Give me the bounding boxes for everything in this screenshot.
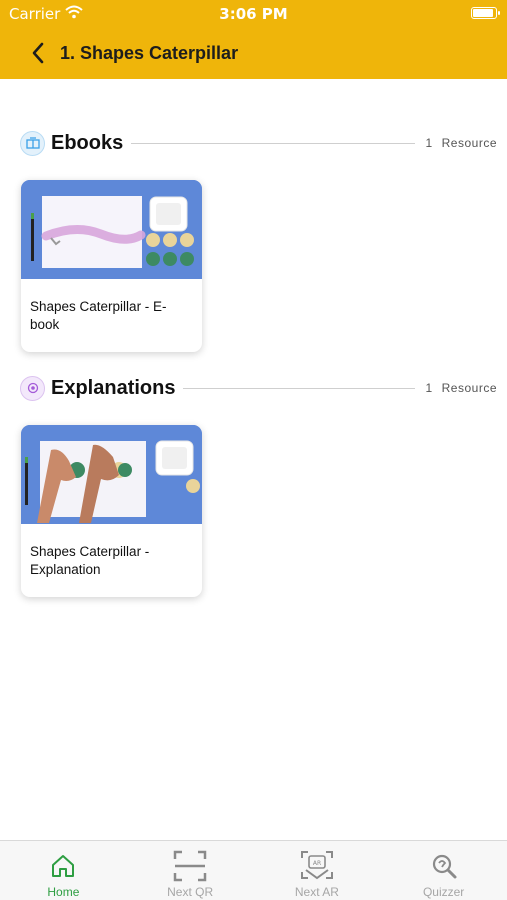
tab-label: Next QR xyxy=(167,885,214,899)
divider xyxy=(183,387,416,389)
qr-scan-icon xyxy=(173,849,207,883)
tab-next-ar[interactable]: AR Next AR xyxy=(254,841,381,900)
svg-text:AR: AR xyxy=(313,860,321,867)
ebook-icon xyxy=(20,130,45,156)
divider xyxy=(131,142,416,144)
ebook-thumbnail xyxy=(21,180,202,279)
tab-label: Quizzer xyxy=(422,885,465,899)
section-title: Ebooks xyxy=(51,131,124,154)
section-title: Explanations xyxy=(51,376,176,399)
home-icon xyxy=(46,849,80,883)
page-title: 1. Shapes Caterpillar xyxy=(60,42,239,63)
card-title: Shapes Caterpillar - Explanation xyxy=(30,544,150,577)
nav-bar: 1. Shapes Caterpillar xyxy=(0,36,507,70)
bottom-tab-bar: Home Next QR AR Next AR Quizzer xyxy=(0,840,507,900)
back-button[interactable] xyxy=(16,36,60,70)
section-header-explanations: Explanations 1 Resource xyxy=(20,373,497,403)
tab-label: Next AR xyxy=(294,885,339,899)
explanation-thumbnail xyxy=(21,425,202,524)
battery-icon xyxy=(471,7,500,19)
resource-count: 1 xyxy=(425,136,433,150)
resource-count: 1 xyxy=(425,381,433,395)
chevron-left-icon xyxy=(32,42,44,64)
resource-label: Resource xyxy=(441,136,497,150)
ar-icon: AR xyxy=(300,849,334,883)
section-header-ebooks: Ebooks 1 Resource xyxy=(20,128,497,158)
resource-label: Resource xyxy=(441,381,497,395)
status-time: 3:06 PM xyxy=(219,5,288,23)
resource-card-ebook[interactable]: Shapes Caterpillar - E-book xyxy=(21,180,202,352)
tab-next-qr[interactable]: Next QR xyxy=(127,841,254,900)
tab-label: Home xyxy=(47,885,80,899)
quizzer-icon xyxy=(427,849,461,883)
resource-card-explanation[interactable]: Shapes Caterpillar - Explanation xyxy=(21,425,202,597)
app-header: Carrier 3:06 PM 1. Shapes Caterpillar xyxy=(0,0,507,79)
explanation-icon xyxy=(20,375,45,401)
card-title: Shapes Caterpillar - E-book xyxy=(30,299,167,332)
tab-home[interactable]: Home xyxy=(0,841,127,900)
status-bar: Carrier 3:06 PM xyxy=(0,0,507,28)
tab-quizzer[interactable]: Quizzer xyxy=(380,841,507,900)
